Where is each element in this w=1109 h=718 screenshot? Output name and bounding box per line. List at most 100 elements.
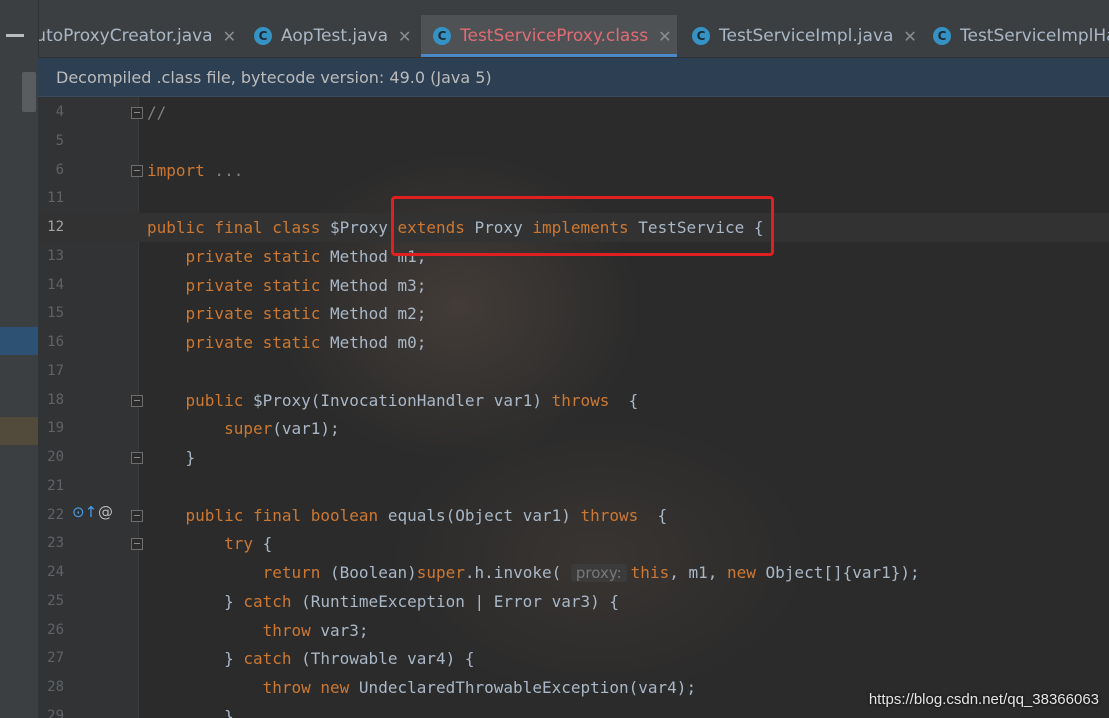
fold-icon[interactable] <box>131 394 143 407</box>
tab-testserviceimplha[interactable]: C TestServiceImplHa <box>933 15 1109 57</box>
close-icon[interactable]: ✕ <box>903 27 916 46</box>
code-token: $Proxy(InvocationHandler var1) <box>252 390 552 410</box>
line-number: 15 <box>47 305 64 322</box>
line-number: 19 <box>47 420 64 437</box>
code-token: import <box>147 160 205 180</box>
code-line[interactable]: 22 public final boolean equals(Object va… <box>38 501 1109 530</box>
class-icon: C <box>692 27 710 45</box>
code-token: var3; <box>320 620 369 640</box>
line-number: 24 <box>47 564 64 580</box>
tab-aoptest[interactable]: C AopTest.java ✕ <box>254 15 420 57</box>
code-text: throw var3; <box>147 616 369 645</box>
code-line[interactable]: 18 public $Proxy(InvocationHandler var1)… <box>38 386 1109 415</box>
close-icon[interactable]: ✕ <box>658 27 671 46</box>
class-icon: C <box>433 27 451 45</box>
line-number: 12 <box>47 219 64 235</box>
code-text: } <box>147 702 234 718</box>
code-line[interactable]: 15 private static Method m2; <box>38 299 1109 328</box>
code-line[interactable]: 23 try { <box>38 529 1109 558</box>
tab-testserviceproxy[interactable]: C TestServiceProxy.class ✕ <box>421 15 677 57</box>
line-number: 21 <box>47 477 64 494</box>
code-line[interactable]: 16 private static Method m0; <box>38 328 1109 357</box>
code-token: private static <box>147 304 331 324</box>
line-number: 5 <box>55 132 64 149</box>
line-number: 22 <box>47 506 64 523</box>
fold-icon[interactable] <box>131 107 143 119</box>
line-number: 29 <box>47 707 64 718</box>
code-line[interactable]: 17 <box>38 357 1109 386</box>
code-token: { <box>262 534 273 554</box>
code-token: throws <box>551 390 610 410</box>
line-number: 16 <box>47 334 64 350</box>
code-line[interactable]: 14 private static Method m3; <box>38 271 1109 300</box>
line-number: 4 <box>55 104 64 120</box>
code-line[interactable]: 20 } <box>38 443 1109 472</box>
code-text: } catch (RuntimeException | Error var3) … <box>147 587 619 616</box>
close-icon[interactable]: ✕ <box>398 27 411 46</box>
code-token: super <box>416 563 465 582</box>
code-token: super <box>147 419 273 439</box>
code-text: // <box>147 98 166 127</box>
close-icon[interactable]: ✕ <box>223 27 236 46</box>
code-token: return <box>147 563 331 582</box>
code-editor[interactable]: 4 // 5 6 import ... 11 12 public final class $P… <box>38 97 1109 718</box>
code-text: private static Method m0; <box>147 328 427 357</box>
line-number: 6 <box>55 161 64 178</box>
code-token: $Proxy <box>330 218 398 237</box>
code-token: public final class <box>147 218 331 237</box>
code-line[interactable]: 25 } catch (RuntimeException | Error var… <box>38 587 1109 616</box>
line-number: 28 <box>47 679 64 695</box>
banner-text: Decompiled .class file, bytecode version… <box>56 67 492 87</box>
code-text: } catch (Throwable var4) { <box>147 644 475 673</box>
selected-tree-row[interactable] <box>0 327 38 355</box>
code-token: public <box>147 390 253 410</box>
code-text: return (Boolean)super.h.invoke( proxy: th… <box>147 558 920 588</box>
code-token: ... <box>204 160 244 180</box>
line-number: 23 <box>47 535 64 552</box>
code-token: (RuntimeException | Error var3) { <box>301 591 620 611</box>
code-token: equals(Object var1) <box>387 505 581 525</box>
code-token: catch <box>243 591 302 611</box>
fold-icon[interactable] <box>131 538 143 551</box>
code-line[interactable]: 4 // <box>38 98 1109 127</box>
code-line[interactable]: 27 } catch (Throwable var4) { <box>38 644 1109 673</box>
fold-icon[interactable] <box>131 452 143 464</box>
code-token: } <box>147 448 196 467</box>
at-icon[interactable]: @ <box>98 503 113 521</box>
highlighted-tree-row[interactable] <box>0 417 38 445</box>
code-token: private static <box>147 246 331 266</box>
class-icon: C <box>254 27 272 45</box>
code-token: UndeclaredThrowableException(var4); <box>358 678 697 697</box>
fold-icon[interactable] <box>131 509 143 522</box>
fold-icon[interactable] <box>131 164 143 177</box>
tab-label: TestServiceImplHa <box>960 26 1109 46</box>
code-line[interactable]: 5 <box>38 127 1109 156</box>
watermark: https://blog.csdn.net/qq_38366063 <box>868 691 1099 708</box>
class-icon: C <box>933 27 951 45</box>
line-number: 14 <box>47 276 64 293</box>
line-number: 17 <box>47 362 64 379</box>
code-line[interactable]: 26 throw var3; <box>38 616 1109 645</box>
code-token: // <box>147 103 167 122</box>
line-number: 26 <box>47 621 64 638</box>
minimize-icon[interactable] <box>6 34 24 37</box>
code-text: try { <box>147 529 272 558</box>
code-line[interactable]: 19 super(var1); <box>38 414 1109 443</box>
tab-testserviceimpl[interactable]: C TestServiceImpl.java ✕ <box>692 15 922 57</box>
override-icon[interactable]: ⊙↑ <box>72 503 97 521</box>
code-token: Method m2; <box>330 304 427 324</box>
code-text: import ... <box>147 156 243 185</box>
code-text: private static Method m2; <box>147 299 427 328</box>
code-token: (Throwable var4) { <box>301 649 475 669</box>
code-line[interactable]: 6 import ... <box>38 156 1109 185</box>
code-text: private static Method m1; <box>147 242 427 271</box>
title-strip <box>0 0 1109 15</box>
code-line[interactable]: 24 return (Boolean)super.h.invoke( proxy… <box>38 558 1109 587</box>
tab-label: TestServiceProxy.class <box>460 26 649 46</box>
code-line[interactable]: 21 <box>38 472 1109 501</box>
scrollbar-thumb[interactable] <box>22 72 36 112</box>
code-text: public final boolean equals(Object var1)… <box>147 501 668 530</box>
line-number: 20 <box>47 449 64 465</box>
code-token: this <box>630 563 670 582</box>
code-token: private static <box>147 333 331 352</box>
